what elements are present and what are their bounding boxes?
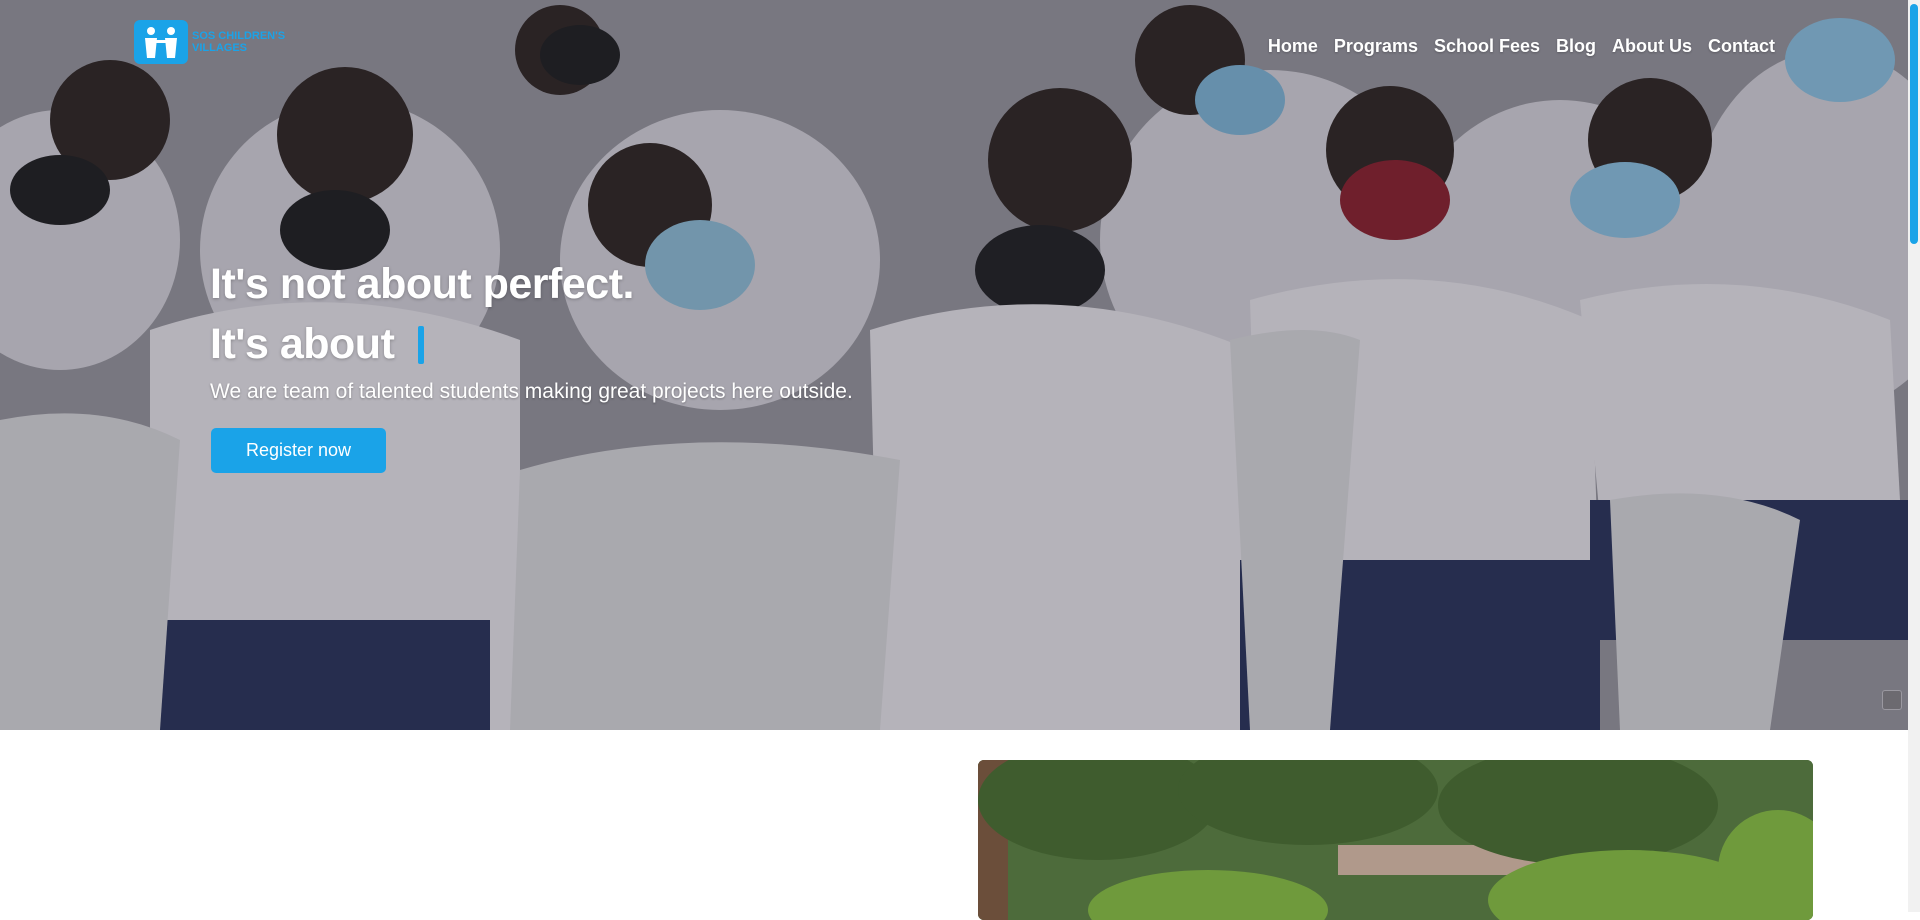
logo-text: SOS CHILDREN'S VILLAGES [192,30,286,54]
widget-icon[interactable] [1882,690,1902,710]
nav-about-us[interactable]: About Us [1612,36,1692,57]
nav-contact[interactable]: Contact [1708,36,1775,57]
nav-home[interactable]: Home [1268,36,1318,57]
campus-feature-image [978,760,1813,920]
typing-cursor [418,325,425,364]
hero-section: SOS CHILDREN'S VILLAGES Home Programs Sc… [0,0,1908,730]
scrollbar-thumb[interactable] [1910,4,1918,244]
children-logo-icon [134,20,188,64]
hero-headline-line2: It's about [210,320,425,369]
nav-blog[interactable]: Blog [1556,36,1596,57]
register-now-button[interactable]: Register now [211,428,386,473]
hero-subtitle: We are team of talented students making … [210,380,853,403]
hero-headline-line1: It's not about perfect. [210,260,634,308]
main-navigation: Home Programs School Fees Blog About Us … [1268,36,1775,57]
hero-headline-line2-text: It's about [210,320,395,368]
nav-programs[interactable]: Programs [1334,36,1418,57]
site-logo[interactable]: SOS CHILDREN'S VILLAGES [134,20,292,64]
campus-trees-photo [978,760,1813,920]
page-scrollbar[interactable] [1908,0,1920,912]
nav-school-fees[interactable]: School Fees [1434,36,1540,57]
